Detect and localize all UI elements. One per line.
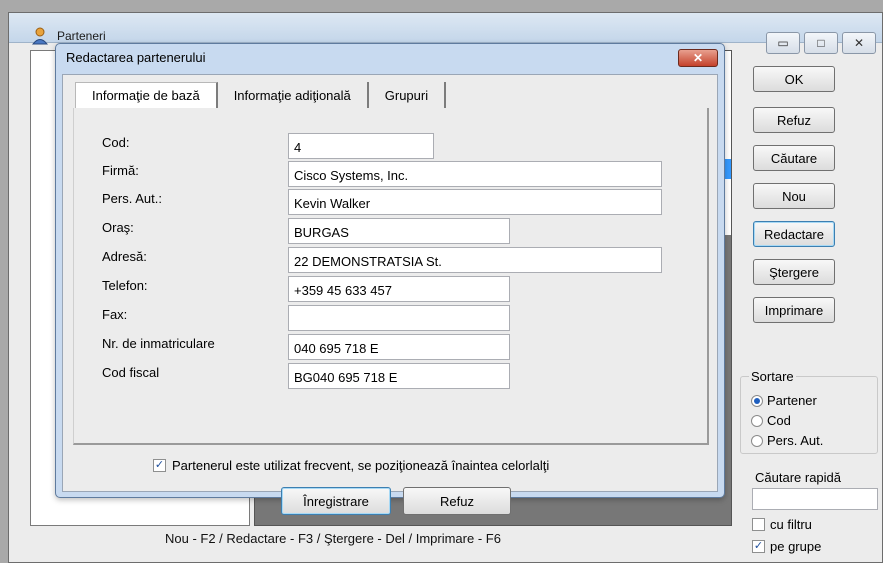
nr-inmatriculare-field[interactable]: 040 695 718 E [288, 334, 510, 360]
dialog-body: Informaţie de bază Informaţie adiţională… [62, 74, 718, 515]
firma-field[interactable]: Cisco Systems, Inc. [288, 161, 662, 187]
radio-icon [751, 414, 763, 427]
edit-button[interactable]: Redactare [753, 221, 835, 247]
radio-selected-icon [751, 394, 763, 407]
firma-label: Firmă: [102, 163, 139, 178]
cancel-button[interactable]: Refuz [403, 487, 511, 515]
by-groups-checkbox[interactable]: ✓ pe grupe [752, 539, 821, 554]
quick-search-input[interactable] [752, 488, 878, 510]
checkmark-icon: ✓ [752, 540, 765, 553]
dialog-title: Redactarea partenerului [66, 50, 206, 65]
pers-aut-field[interactable]: Kevin Walker [288, 189, 662, 215]
tab-groups[interactable]: Grupuri [369, 82, 447, 108]
delete-button[interactable]: Ştergere [753, 259, 835, 285]
fax-field[interactable] [288, 305, 510, 331]
checkmark-icon: ✓ [153, 459, 166, 472]
basic-info-panel: Cod: 4 Firmă: Cisco Systems, Inc. Pers. … [73, 108, 709, 445]
nr-inmatriculare-label: Nr. de inmatriculare [102, 336, 215, 351]
filter-checkbox-label: cu filtru [770, 517, 812, 532]
by-groups-checkbox-label: pe grupe [770, 539, 822, 554]
sort-option-partener[interactable]: Partener [751, 393, 817, 408]
ok-button[interactable]: OK [753, 66, 835, 92]
shortcut-hint: Nou - F2 / Redactare - F3 / Ştergere - D… [165, 531, 501, 546]
cod-label: Cod: [102, 135, 130, 150]
search-button[interactable]: Căutare [753, 145, 835, 171]
refuz-button[interactable]: Refuz [753, 107, 835, 133]
cod-fiscal-field[interactable]: BG040 695 718 E [288, 363, 510, 389]
tab-basic-info[interactable]: Informaţie de bază [75, 82, 218, 108]
telefon-label: Telefon: [102, 278, 148, 293]
fax-label: Fax: [102, 307, 128, 322]
edit-partner-dialog: Redactarea partenerului ✕ Informaţie de … [55, 43, 725, 515]
cod-fiscal-label: Cod fiscal [102, 365, 160, 380]
main-title-bar[interactable]: Parteneri ▭ □ ✕ [9, 13, 882, 54]
sort-legend: Sortare [749, 369, 796, 384]
frequent-checkbox[interactable]: ✓ Partenerul este utilizat frecvent, se … [153, 458, 549, 473]
oras-field[interactable]: BURGAS [288, 218, 510, 244]
caption-buttons: ▭ □ ✕ [766, 32, 876, 54]
sort-option-pers-aut[interactable]: Pers. Aut. [751, 433, 823, 448]
pers-aut-label: Pers. Aut.: [102, 191, 162, 206]
sort-group: Sortare Partener Cod Pers. Aut. [740, 369, 878, 454]
quick-search-label: Căutare rapidă [755, 470, 841, 485]
maximize-button[interactable]: □ [804, 32, 838, 54]
minimize-button[interactable]: ▭ [766, 32, 800, 54]
checkbox-icon [752, 518, 765, 531]
save-button[interactable]: Înregistrare [281, 487, 391, 515]
filter-checkbox[interactable]: cu filtru [752, 517, 812, 532]
adresa-label: Adresă: [102, 249, 147, 264]
sort-option-label: Pers. Aut. [767, 433, 824, 448]
sort-option-cod[interactable]: Cod [751, 413, 791, 428]
print-button[interactable]: Imprimare [753, 297, 835, 323]
dialog-close-button[interactable]: ✕ [678, 49, 718, 67]
close-button[interactable]: ✕ [842, 32, 876, 54]
radio-icon [751, 434, 763, 447]
oras-label: Oraş: [102, 220, 134, 235]
adresa-field[interactable]: 22 DEMONSTRATSIA St. [288, 247, 662, 273]
telefon-field[interactable]: +359 45 633 457 [288, 276, 510, 302]
frequent-checkbox-label: Partenerul este utilizat frecvent, se po… [172, 458, 550, 473]
tab-strip: Informaţie de bază Informaţie adiţională… [75, 82, 447, 108]
sort-option-label: Cod [767, 413, 791, 428]
tab-additional-info[interactable]: Informaţie adiţională [218, 82, 369, 108]
main-window-title: Parteneri [57, 29, 106, 43]
user-icon [31, 27, 49, 45]
sort-option-label: Partener [767, 393, 817, 408]
new-button[interactable]: Nou [753, 183, 835, 209]
cod-field[interactable]: 4 [288, 133, 434, 159]
